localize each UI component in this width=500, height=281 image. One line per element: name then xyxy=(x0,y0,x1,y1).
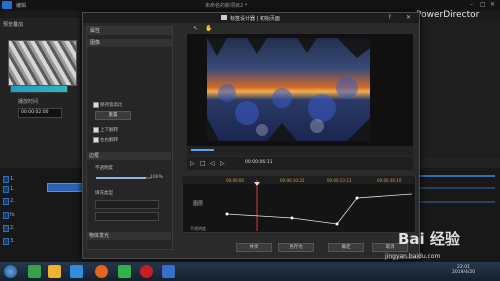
app-icon[interactable] xyxy=(28,265,41,278)
opacity-label: 不透明度 xyxy=(95,166,113,171)
help-icon[interactable]: ? xyxy=(388,14,391,21)
taskbar-clock: 22:01 2019/4/20 xyxy=(452,265,475,275)
playback-progress-fill xyxy=(191,149,214,151)
save-as-button[interactable]: 另存为 xyxy=(278,243,314,252)
dialog-titlebar: 标签设计器 | 初始页面 ? ✕ xyxy=(83,13,419,23)
stop-icon[interactable]: □ xyxy=(200,160,206,167)
track-row[interactable]: 2. xyxy=(0,198,80,207)
track-row[interactable]: fx xyxy=(0,212,80,221)
record-icon[interactable] xyxy=(140,265,153,278)
app-title: 未命名的新项目2 * xyxy=(205,3,248,9)
firefox-icon[interactable] xyxy=(95,265,108,278)
duration-field[interactable]: 00:00:02:00 xyxy=(18,108,62,118)
keep-ratio-label: 保持宽高比 xyxy=(100,103,123,108)
pointer-icon[interactable]: ↖ xyxy=(193,25,198,32)
previous-frame-icon[interactable]: ◁ xyxy=(210,160,215,167)
minimize-icon[interactable]: – xyxy=(470,1,473,8)
right-panel xyxy=(416,18,500,158)
app-icon[interactable] xyxy=(70,265,83,278)
video-frame xyxy=(207,38,370,141)
fill-type-label: 填充类型 xyxy=(95,191,113,196)
app-menu: 编辑 xyxy=(16,2,26,9)
mask-pattern-preview[interactable] xyxy=(8,40,77,86)
play-icon[interactable] xyxy=(118,265,131,278)
playback-progress[interactable] xyxy=(187,146,413,156)
flip-vertical-label: 上下翻转 xyxy=(100,128,118,133)
section-border[interactable]: 边框 xyxy=(86,152,171,160)
mask-shapes xyxy=(207,38,370,141)
taskbar xyxy=(0,262,500,281)
maximize-icon[interactable]: □ xyxy=(480,1,486,8)
fill-type-dropdown[interactable] xyxy=(95,200,159,209)
hand-icon[interactable]: ✋ xyxy=(205,25,212,32)
folder-icon[interactable] xyxy=(48,265,61,278)
close-icon[interactable]: ✕ xyxy=(406,14,411,21)
fill-color-dropdown[interactable] xyxy=(95,212,159,221)
opacity-slider-fill xyxy=(96,177,146,179)
close-icon[interactable]: ✕ xyxy=(490,1,495,8)
ok-button[interactable]: 确定 xyxy=(328,243,364,252)
opacity-value: 100% xyxy=(150,175,163,180)
flip-horizontal-checkbox[interactable] xyxy=(93,137,99,143)
dialog-title: 标签设计器 | 初始页面 xyxy=(230,16,280,22)
menu-edit[interactable]: 编辑 xyxy=(16,2,26,9)
clock-date: 2019/4/20 xyxy=(452,270,476,275)
reset-button[interactable]: 重置 xyxy=(95,111,131,120)
designer-icon xyxy=(221,15,227,20)
flip-vertical-checkbox[interactable] xyxy=(93,127,99,133)
section-more[interactable]: 物体发光 xyxy=(86,232,171,240)
duration-label: 播放时间 xyxy=(18,99,39,105)
timecode: 00:00:06:11 xyxy=(245,160,273,165)
play-icon[interactable]: ▷ xyxy=(190,160,195,167)
playback-controls: ▷ □ ◁ ▷ xyxy=(187,157,413,170)
keyframe-graph[interactable] xyxy=(182,176,414,231)
flip-horizontal-label: 左右翻转 xyxy=(100,138,118,143)
properties-header: 属性 xyxy=(87,27,172,35)
keep-ratio-checkbox[interactable] xyxy=(93,102,99,108)
timeline-clip[interactable] xyxy=(47,183,85,192)
tab-overlay[interactable]: 预览叠加 xyxy=(3,21,23,28)
start-button[interactable] xyxy=(4,265,17,278)
track-row[interactable]: 2. xyxy=(0,225,80,234)
watermark-url: jingyan.baidu.com xyxy=(385,253,441,260)
next-frame-icon[interactable]: ▷ xyxy=(220,160,225,167)
share-button[interactable]: 共享 xyxy=(236,243,272,252)
app-logo xyxy=(2,1,12,9)
watermark-logo: Bai 经验 xyxy=(398,230,460,248)
left-panel: 预览叠加 A xyxy=(0,18,80,158)
powerdirector-icon[interactable] xyxy=(162,265,175,278)
section-image[interactable]: 图像 xyxy=(87,39,172,47)
track-row[interactable]: 3. xyxy=(0,238,80,247)
